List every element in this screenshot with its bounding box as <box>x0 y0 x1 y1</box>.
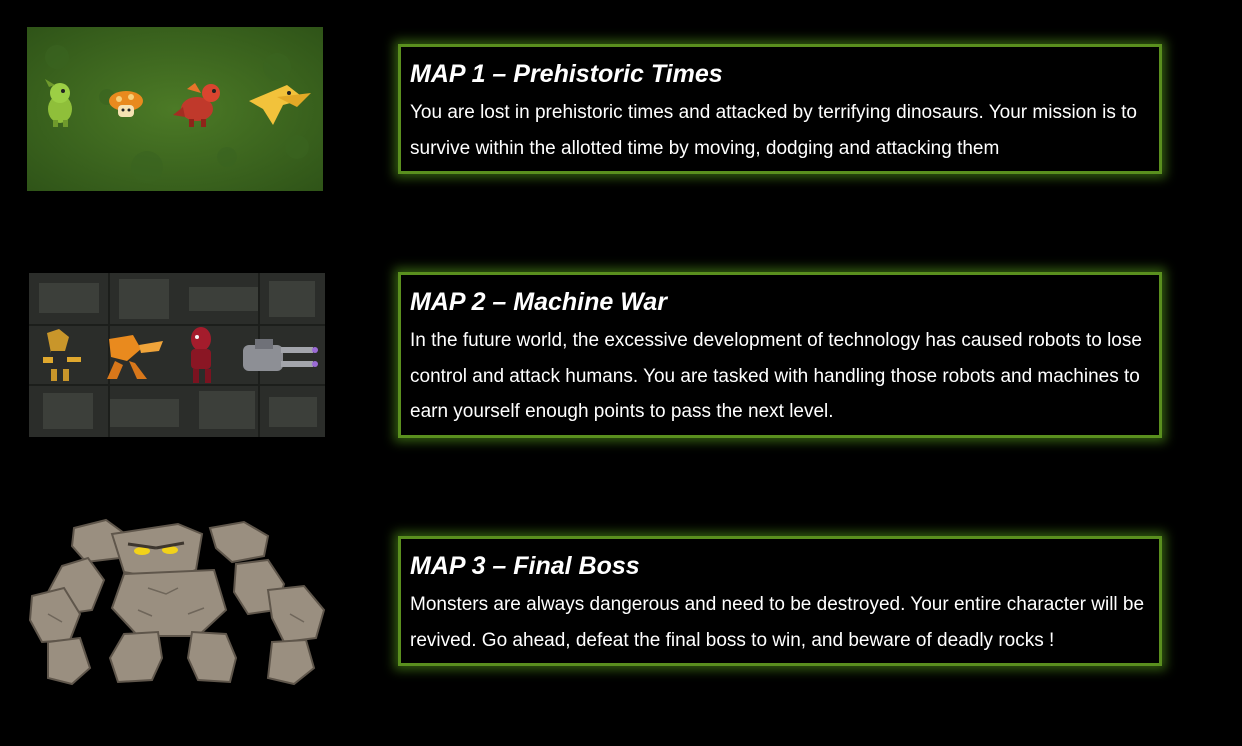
map-3-card: MAP 3 – Final Boss Monsters are always d… <box>398 536 1162 666</box>
map-3-thumbnail <box>28 518 326 686</box>
rock-golem-icon <box>28 518 326 686</box>
map-2-title: MAP 2 – Machine War <box>410 288 668 316</box>
map-1-title: MAP 1 – Prehistoric Times <box>410 60 723 88</box>
map-2-description: In the future world, the excessive devel… <box>410 330 1142 422</box>
map-1-thumbnail <box>27 27 323 191</box>
map-1-card: MAP 1 – Prehistoric Times You are lost i… <box>398 44 1162 174</box>
map-list: MAP 1 – Prehistoric Times You are lost i… <box>0 0 1242 746</box>
map-1-description: You are lost in prehistoric times and at… <box>410 102 1137 159</box>
map-2-card: MAP 2 – Machine War In the future world,… <box>398 272 1162 438</box>
map-2-thumbnail <box>29 273 325 437</box>
map-3-title: MAP 3 – Final Boss <box>410 552 640 580</box>
map-3-description: Monsters are always dangerous and need t… <box>410 594 1145 651</box>
